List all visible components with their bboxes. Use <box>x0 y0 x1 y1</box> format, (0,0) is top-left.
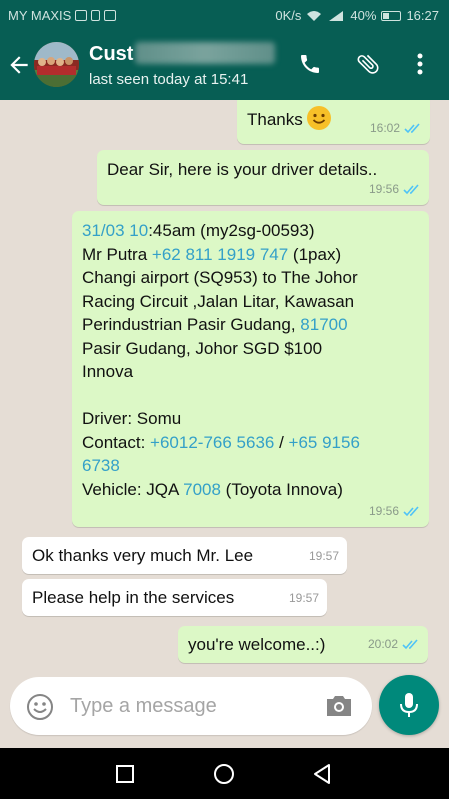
smiley-emoji-icon <box>306 106 331 130</box>
message-meta: 19:56 <box>369 178 421 202</box>
back-arrow-icon[interactable] <box>6 52 32 78</box>
chat-area[interactable]: Thanks 16:02 Dear Sir, here is your driv… <box>0 100 449 670</box>
message-bubble-incoming[interactable]: Ok thanks very much Mr. Lee 19:57 <box>22 537 347 574</box>
double-tick-read-icon <box>403 506 419 516</box>
message-line: Changi airport (SQ953) to The Johor <box>82 268 358 287</box>
message-bubble-outgoing[interactable]: Dear Sir, here is your driver details.. … <box>97 150 429 205</box>
phone-link[interactable]: +65 9156 <box>289 433 360 452</box>
message-bubble-outgoing[interactable]: Thanks 16:02 <box>237 100 430 144</box>
message-text: Ok thanks very much Mr. Lee <box>32 546 254 565</box>
message-time: 20:02 <box>367 636 398 651</box>
message-line: Contact: +6012-766 5636 / +65 9156 <box>82 431 419 455</box>
phone-link-continued[interactable]: 6738 <box>82 456 120 475</box>
message-time: 19:57 <box>308 548 339 563</box>
sim-icon <box>91 10 101 21</box>
paperclip-icon[interactable] <box>352 48 384 80</box>
signal-icon <box>329 10 344 21</box>
message-time: 19:56 <box>368 181 399 196</box>
avatar[interactable] <box>34 42 79 87</box>
message-bubble-outgoing[interactable]: you're welcome..:) 20:02 <box>178 626 428 663</box>
message-time: 16:02 <box>369 120 400 135</box>
message-line: 6738 <box>82 454 419 478</box>
message-text: Thanks <box>247 110 303 129</box>
message-line: 31/03 10:45am (my2sg-00593) <box>82 219 419 243</box>
message-text: you're welcome..:) <box>188 635 326 654</box>
back-triangle-icon[interactable] <box>309 761 335 787</box>
message-meta: 19:57 <box>309 545 339 569</box>
battery-percent: 40% <box>350 8 377 23</box>
clock: 16:27 <box>406 8 439 23</box>
contact-label: Contact: <box>82 432 151 452</box>
wifi-icon <box>307 10 322 21</box>
status-left: MY MAXIS <box>8 8 117 23</box>
data-speed: 0K/s <box>275 8 302 23</box>
double-tick-read-icon <box>402 639 418 649</box>
message-line: Vehicle: JQA 7008 (Toyota Innova) <box>82 478 419 502</box>
message-line: Innova <box>82 362 134 381</box>
time-link[interactable]: 10 <box>129 221 148 240</box>
message-text: Dear Sir, here is your driver details.. <box>107 160 378 179</box>
pax-count: (1pax) <box>288 244 342 264</box>
message-line: Perindustrian Pasir Gudang, 81700 <box>82 313 419 337</box>
message-line: Racing Circuit ,Jalan Litar, Kawasan <box>82 291 355 311</box>
message-line: Driver: Somu <box>82 409 182 428</box>
vehicle-label: Vehicle: JQA <box>82 479 184 499</box>
passenger-name: Mr Putra <box>82 244 152 264</box>
notification-icon <box>75 10 88 21</box>
contact-name-text: Cust <box>89 43 134 65</box>
message-time: 19:56 <box>368 503 399 518</box>
phone-icon[interactable] <box>294 48 326 80</box>
battery-icon <box>381 10 402 21</box>
message-time: 19:57 <box>288 590 319 605</box>
date-link[interactable]: 31/03 <box>82 221 125 240</box>
separator: / <box>274 432 289 452</box>
message-meta: 16:02 <box>370 117 422 141</box>
plate-number-link[interactable]: 7008 <box>183 480 221 499</box>
message-text: Please help in the services <box>32 588 235 607</box>
camera-icon[interactable] <box>324 693 354 719</box>
double-tick-read-icon <box>403 184 419 194</box>
vehicle-model: (Toyota Innova) <box>220 479 343 499</box>
contact-name[interactable]: Cust <box>89 42 276 66</box>
emoji-icon[interactable] <box>26 693 54 721</box>
message-composer <box>10 677 372 735</box>
last-seen-status: last seen today at 15:41 <box>89 71 249 88</box>
message-bubble-incoming[interactable]: Please help in the services 19:57 <box>22 579 327 616</box>
redacted-name-blur <box>135 42 276 64</box>
message-meta: 20:02 <box>368 633 420 657</box>
phone-link[interactable]: +62 811 1919 747 <box>152 245 288 264</box>
battery-fill <box>383 12 390 19</box>
address-text: Perindustrian Pasir Gudang, <box>82 315 301 334</box>
more-vert-icon[interactable] <box>404 48 436 80</box>
recents-square-icon[interactable] <box>112 761 138 787</box>
status-bar: MY MAXIS 0K/s 40% 16:27 <box>0 0 449 30</box>
message-line: Pasir Gudang, Johor SGD $100 <box>82 338 323 358</box>
microphone-icon[interactable] <box>379 675 439 735</box>
double-tick-read-icon <box>404 123 420 133</box>
message-input[interactable] <box>70 691 320 721</box>
status-right: 0K/s 40% 16:27 <box>275 8 439 23</box>
chat-header: Cust last seen today at 15:41 <box>0 30 449 100</box>
message-meta: 19:56 <box>369 500 421 524</box>
carrier-name: MY MAXIS <box>8 8 72 23</box>
booking-ref: :45am (my2sg-00593) <box>148 221 315 240</box>
home-circle-icon[interactable] <box>211 761 237 787</box>
message-meta: 19:57 <box>289 587 319 611</box>
message-bubble-driver-details[interactable]: 31/03 10:45am (my2sg-00593) Mr Putra +62… <box>72 211 429 527</box>
message-line: Mr Putra +62 811 1919 747 (1pax) <box>82 243 419 267</box>
postcode-link[interactable]: 81700 <box>300 315 347 334</box>
phone-link[interactable]: +6012-766 5636 <box>150 433 274 452</box>
image-notification-icon <box>104 10 117 21</box>
system-nav-bar <box>0 748 449 799</box>
